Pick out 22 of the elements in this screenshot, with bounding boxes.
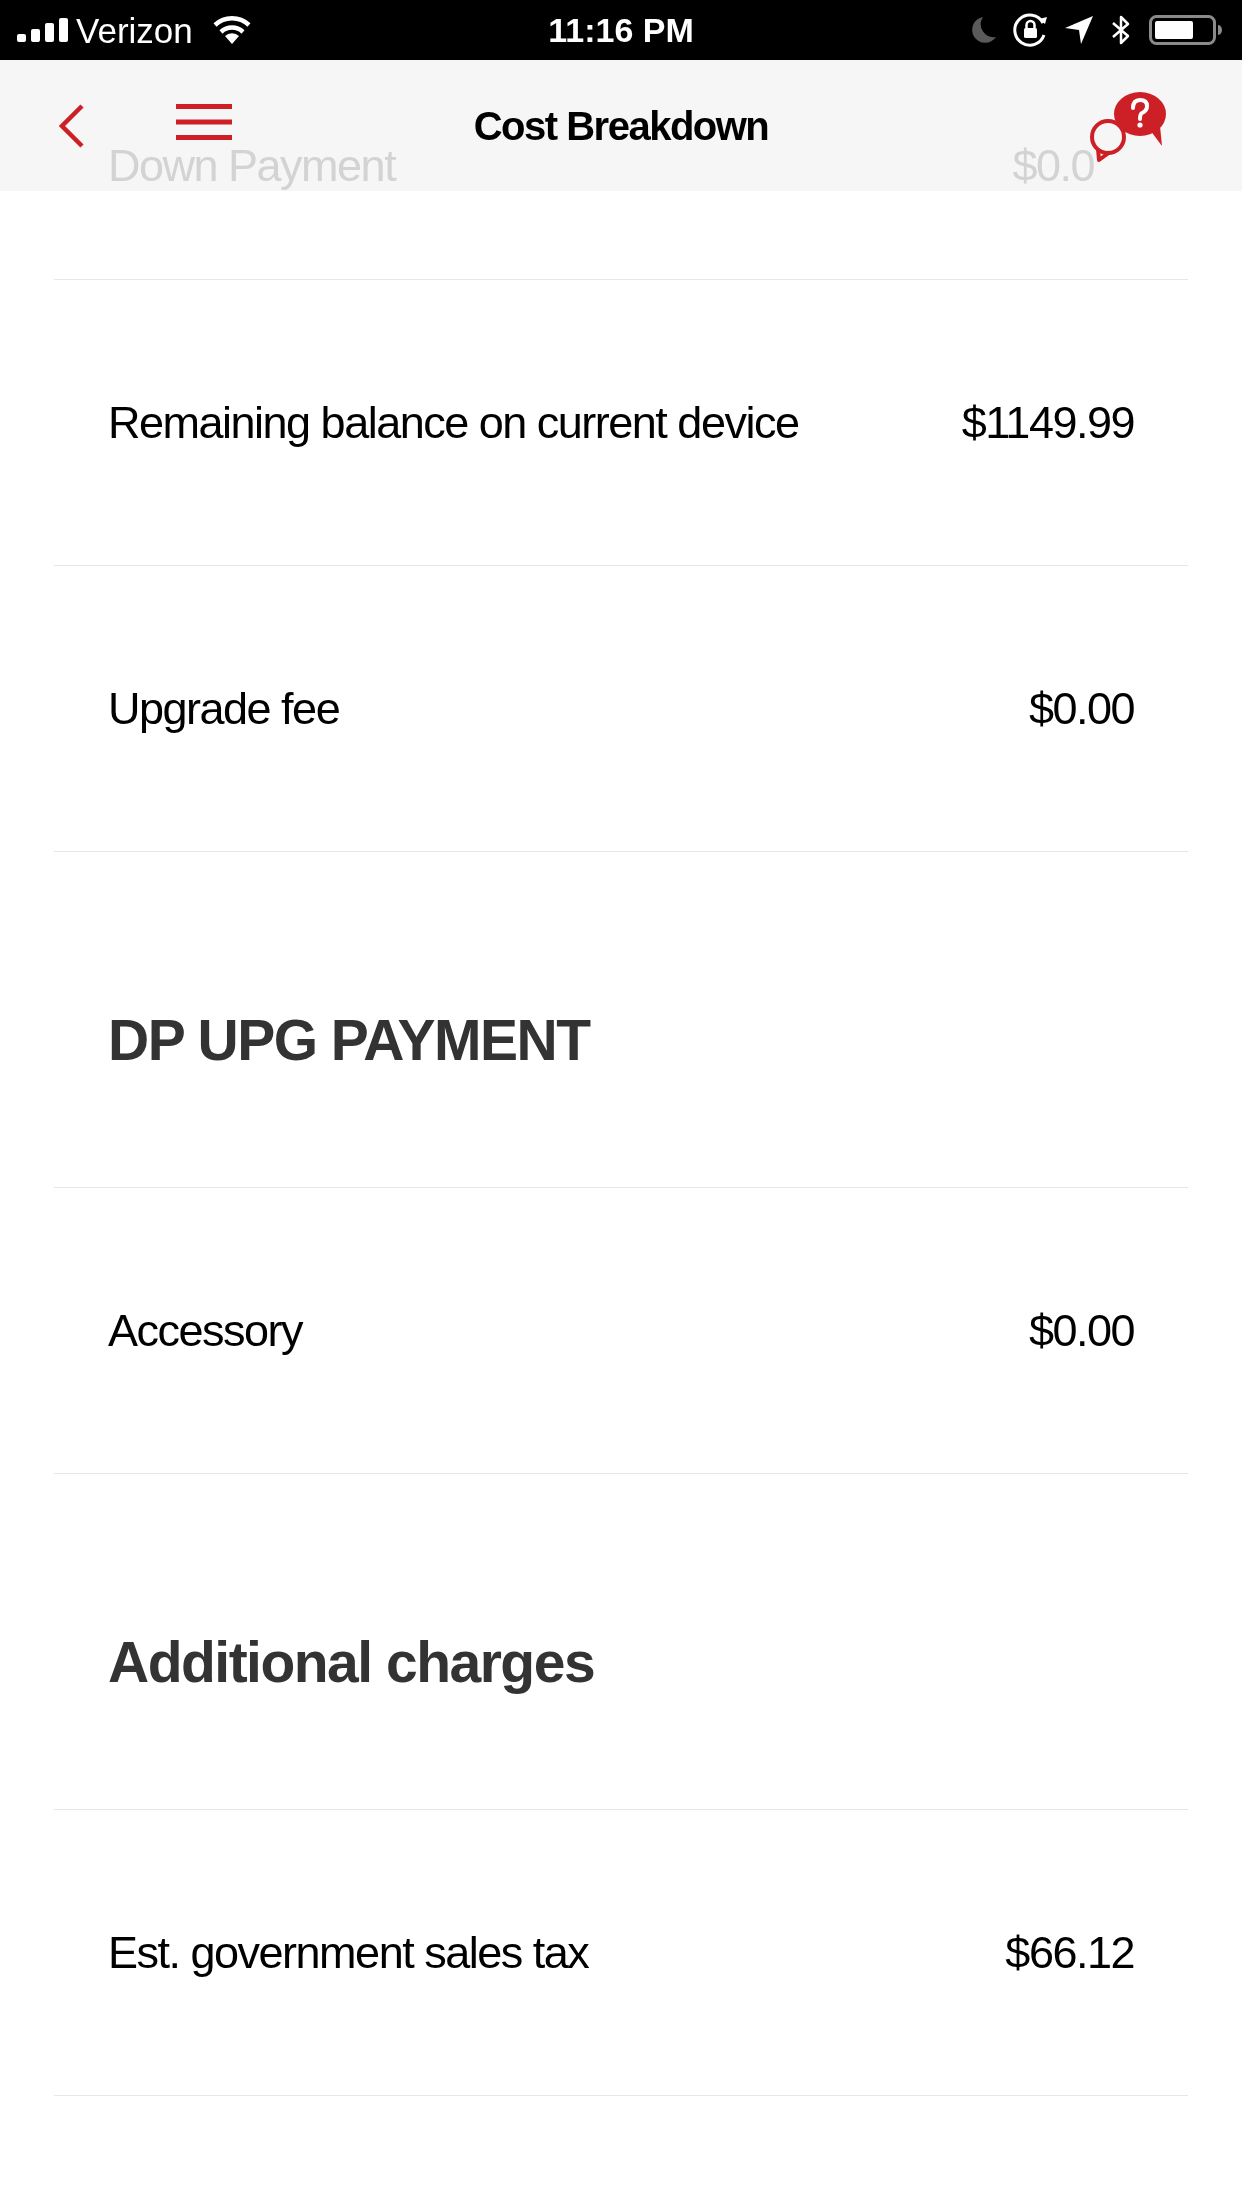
menu-icon [176, 103, 232, 140]
page-title: Cost Breakdown [473, 102, 769, 150]
battery-icon [1149, 15, 1222, 45]
location-arrow-icon [1065, 16, 1093, 44]
section-heading: DP UPG PAYMENT [108, 1007, 590, 1072]
row-amount: $0.00 [1028, 682, 1134, 735]
row-label: Upgrade fee [108, 682, 340, 735]
row-amount: $66.12 [1005, 1926, 1134, 1979]
row-amount: $1149.99 [961, 396, 1134, 449]
back-chevron-icon [59, 103, 85, 148]
row-label: Est. government sales tax [108, 1926, 589, 1979]
row-label: Remaining balance on current device [108, 396, 799, 449]
rotation-lock-icon [1013, 13, 1048, 47]
moon-icon [969, 16, 996, 44]
clock-time: 11:16 PM [548, 13, 694, 47]
section-heading: Additional charges [108, 1629, 595, 1694]
menu-button[interactable] [176, 103, 232, 140]
signal-icon [17, 18, 68, 42]
bluetooth-icon [1110, 14, 1132, 46]
row-label: Accessory [108, 1304, 303, 1357]
carrier-name: Verizon [76, 12, 193, 48]
row-amount: $0.00 [1028, 1304, 1134, 1357]
